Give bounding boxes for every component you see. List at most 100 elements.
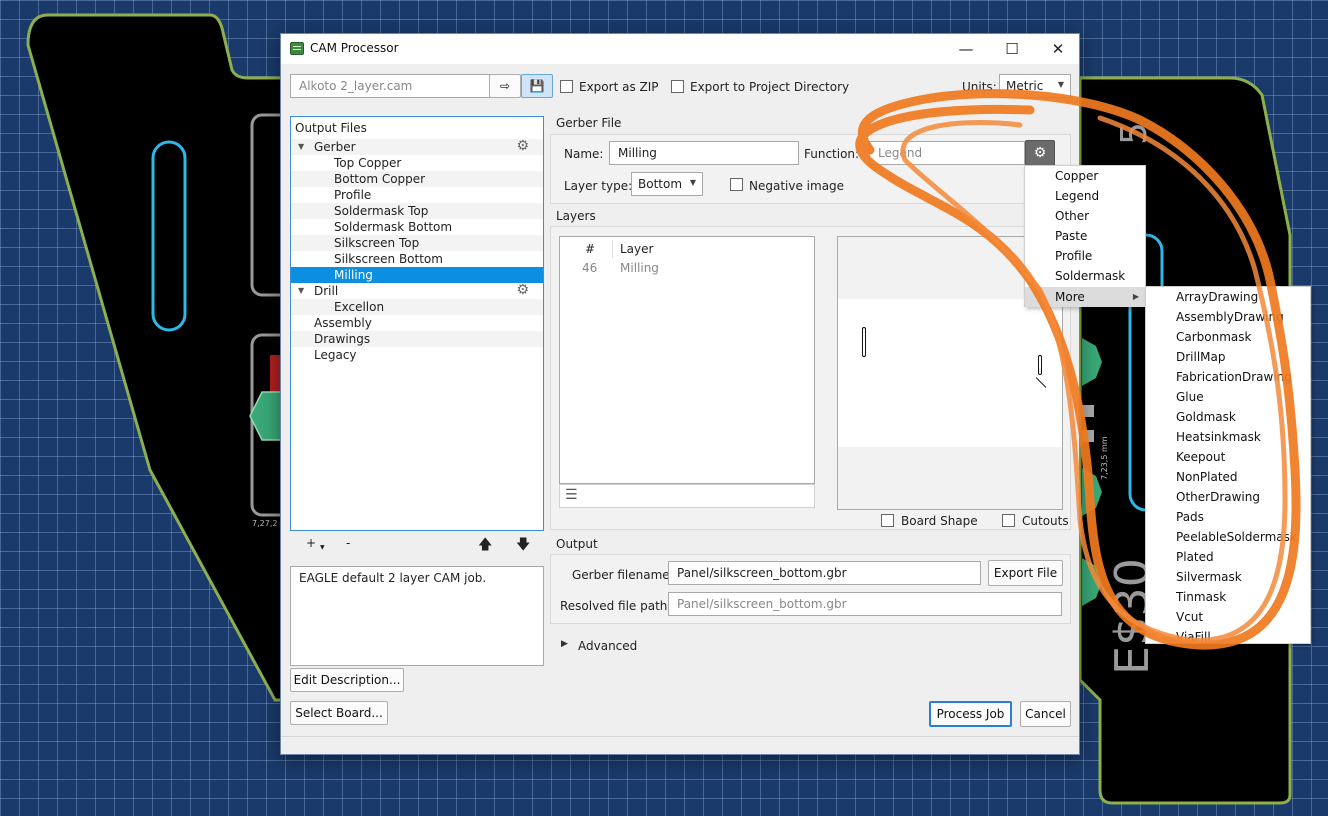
layers-group: # Layer 46 Milling ☰ Board Shape Cutouts: [550, 226, 1071, 530]
submenu-item-fabricationdrawing[interactable]: FabricationDrawing: [1146, 367, 1310, 387]
tree-item[interactable]: Drawings: [291, 331, 543, 347]
submenu-item-nonplated[interactable]: NonPlated: [1146, 467, 1310, 487]
preview-slot-1: [862, 327, 866, 357]
tree-item[interactable]: Legacy: [291, 347, 543, 363]
tree-item[interactable]: Top Copper: [291, 155, 543, 171]
menu-item-other[interactable]: Other: [1025, 206, 1145, 226]
tree-item-label: Drawings: [314, 332, 371, 346]
submenu-item-plated[interactable]: Plated: [1146, 547, 1310, 567]
tree-item[interactable]: ▼ Gerber ⚙: [291, 138, 543, 155]
tree-item-label: Assembly: [314, 316, 372, 330]
submenu-item-tinmask[interactable]: Tinmask: [1146, 587, 1310, 607]
menu-item-more[interactable]: More ▶: [1025, 287, 1145, 307]
close-icon[interactable]: ✕: [1035, 34, 1081, 64]
chevron-down-icon: ▼: [689, 178, 696, 187]
tree-item[interactable]: Assembly: [291, 315, 543, 331]
open-file-icon: ⇨: [499, 79, 511, 93]
remove-output-button[interactable]: -: [346, 536, 350, 550]
gear-icon: ⚙: [1033, 145, 1047, 161]
layer-type-select[interactable]: Bottom ▼: [631, 172, 703, 196]
submenu-item-drillmap[interactable]: DrillMap: [1146, 347, 1310, 367]
gear-icon[interactable]: ⚙: [516, 282, 529, 298]
submenu-item-carbonmask[interactable]: Carbonmask: [1146, 327, 1310, 347]
name-input[interactable]: Milling: [609, 141, 799, 165]
move-down-icon[interactable]: 🡇: [516, 534, 530, 558]
advanced-toggle[interactable]: Advanced: [578, 639, 637, 653]
layer-row-num[interactable]: 46: [582, 261, 597, 275]
layers-col-layer: Layer: [620, 242, 654, 256]
cancel-button[interactable]: Cancel: [1020, 701, 1071, 727]
submenu-item-assemblydrawing[interactable]: AssemblyDrawing: [1146, 307, 1310, 327]
submenu-item-goldmask[interactable]: Goldmask: [1146, 407, 1310, 427]
submenu-item-keepout[interactable]: Keepout: [1146, 447, 1310, 467]
function-gear-button[interactable]: ⚙: [1025, 140, 1055, 166]
tree-item[interactable]: Soldermask Top: [291, 203, 543, 219]
tree-item[interactable]: Bottom Copper: [291, 171, 543, 187]
submenu-item-vcut[interactable]: Vcut: [1146, 607, 1310, 627]
tree-item[interactable]: Milling: [291, 267, 543, 283]
silk-bar-1: [1082, 405, 1094, 417]
submenu-item-glue[interactable]: Glue: [1146, 387, 1310, 407]
tree-item[interactable]: Excellon: [291, 299, 543, 315]
cam-processor-window: CAM Processor — ☐ ✕ Alkoto 2_layer.cam ⇨…: [280, 33, 1080, 755]
submenu-item-pads[interactable]: Pads: [1146, 507, 1310, 527]
negative-image-checkbox[interactable]: [730, 178, 743, 191]
units-select[interactable]: Metric ▼: [999, 74, 1071, 98]
expand-arrow-icon[interactable]: ▼: [298, 139, 304, 155]
expand-arrow-icon[interactable]: ▼: [298, 283, 304, 299]
process-job-button[interactable]: Process Job: [929, 701, 1012, 727]
submenu-item-otherdrawing[interactable]: OtherDrawing: [1146, 487, 1310, 507]
board-shape-checkbox[interactable]: [881, 514, 894, 527]
minimize-icon[interactable]: —: [943, 34, 989, 64]
menu-item-soldermask[interactable]: Soldermask: [1025, 266, 1145, 286]
open-job-button[interactable]: ⇨: [489, 74, 521, 98]
maximize-icon[interactable]: ☐: [989, 34, 1035, 64]
gear-icon[interactable]: ⚙: [516, 138, 529, 154]
menu-item-profile[interactable]: Profile: [1025, 246, 1145, 266]
tree-item-label: Soldermask Top: [334, 204, 429, 218]
select-board-button[interactable]: Select Board...: [290, 701, 388, 725]
tree-item-label: Bottom Copper: [334, 172, 426, 186]
tree-item[interactable]: Profile: [291, 187, 543, 203]
submenu-item-peelablesoldermask[interactable]: PeelableSoldermask: [1146, 527, 1310, 547]
gerber-filename-label: Gerber filename:: [572, 568, 674, 582]
menu-item-copper[interactable]: Copper: [1025, 166, 1145, 186]
add-dropdown-icon[interactable]: ▼: [320, 544, 325, 551]
menu-item-paste[interactable]: Paste: [1025, 226, 1145, 246]
function-input[interactable]: Legend: [869, 141, 1025, 165]
job-description[interactable]: EAGLE default 2 layer CAM job.: [290, 566, 544, 666]
export-zip-label: Export as ZIP: [579, 80, 659, 94]
submenu-item-viafill[interactable]: ViaFill: [1146, 627, 1310, 643]
submenu-item-silvermask[interactable]: Silvermask: [1146, 567, 1310, 587]
submenu-item-heatsinkmask[interactable]: Heatsinkmask: [1146, 427, 1310, 447]
title-bar: CAM Processor — ☐ ✕: [281, 34, 1079, 64]
tree-item-label: Legacy: [314, 348, 357, 362]
board-shape-label: Board Shape: [901, 514, 978, 528]
tree-item-label: Gerber: [314, 140, 356, 154]
save-job-button[interactable]: 💾: [521, 74, 553, 98]
tree-item-label: Excellon: [334, 300, 385, 314]
export-file-button[interactable]: Export File: [988, 560, 1063, 586]
job-file-field[interactable]: Alkoto 2_layer.cam: [290, 74, 490, 98]
advanced-expand-icon[interactable]: ▶: [561, 639, 568, 649]
move-up-icon[interactable]: 🡅: [478, 534, 492, 558]
silk-bar-2: [1082, 430, 1094, 442]
layer-row-name[interactable]: Milling: [620, 261, 659, 275]
add-output-button[interactable]: +: [306, 536, 316, 550]
tree-item[interactable]: Soldermask Bottom: [291, 219, 543, 235]
export-zip-checkbox[interactable]: [560, 80, 573, 93]
resolved-path-field: Panel/silkscreen_bottom.gbr: [668, 592, 1062, 616]
submenu-item-arraydrawing[interactable]: ArrayDrawing: [1146, 287, 1310, 307]
edit-description-button[interactable]: Edit Description...: [290, 668, 404, 692]
gerber-filename-input[interactable]: Panel/silkscreen_bottom.gbr: [668, 561, 981, 585]
gerber-file-section-title: Gerber File: [556, 116, 622, 130]
cutouts-checkbox[interactable]: [1002, 514, 1015, 527]
export-project-checkbox[interactable]: [671, 80, 684, 93]
tree-item[interactable]: ▼ Drill ⚙: [291, 282, 543, 299]
tree-item[interactable]: Silkscreen Top: [291, 235, 543, 251]
tree-item[interactable]: Silkscreen Bottom: [291, 251, 543, 267]
layers-stack-icon[interactable]: ☰: [565, 487, 578, 503]
function-menu: Copper Legend Other Paste Profile Soldermask …: [1024, 165, 1146, 307]
tree-item-label: Silkscreen Top: [334, 236, 420, 250]
menu-item-legend[interactable]: Legend: [1025, 186, 1145, 206]
